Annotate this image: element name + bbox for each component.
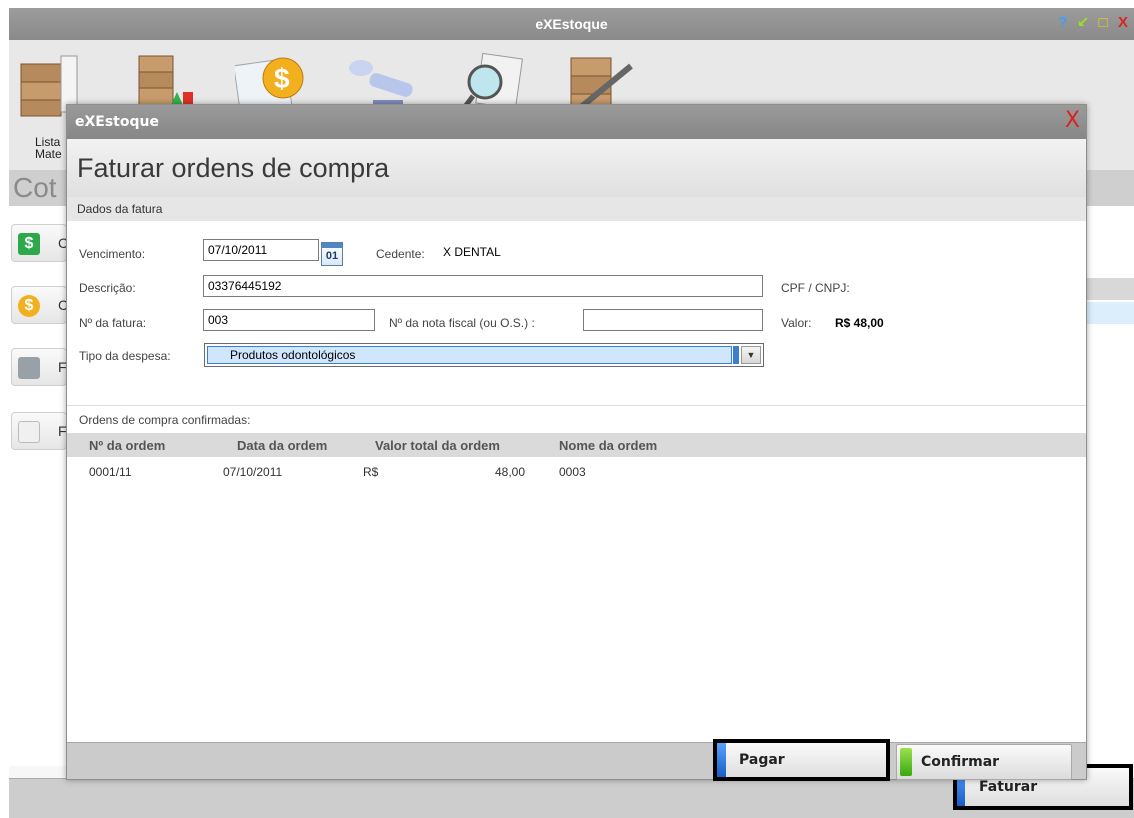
column-header-numero[interactable]: Nº da ordem — [89, 438, 165, 453]
column-header-nome[interactable]: Nome da ordem — [559, 438, 657, 453]
money-document-icon[interactable]: $ — [233, 52, 304, 116]
side-item-1[interactable]: $ C — [11, 224, 68, 262]
window-controls: ? ↙ □ X — [1054, 14, 1132, 34]
fatura-field[interactable]: 003 — [203, 309, 375, 331]
chevron-down-icon[interactable]: ▼ — [741, 346, 761, 364]
cell-nome: 0003 — [559, 465, 586, 479]
svg-text:$: $ — [274, 63, 290, 94]
side-item-4[interactable]: F — [11, 412, 67, 450]
button-accent-bar — [900, 748, 912, 776]
boxes-document-icon[interactable] — [17, 50, 79, 117]
dialog-titlebar: eXEstoque X — [67, 105, 1086, 139]
faturar-label: Faturar — [979, 779, 1038, 795]
valor-label: Valor: — [781, 316, 812, 330]
vencimento-field[interactable]: 07/10/2011 — [203, 239, 319, 261]
valor-value: R$ 48,00 — [835, 316, 884, 330]
cpf-cnpj-label: CPF / CNPJ: — [781, 281, 850, 295]
side-item-2[interactable]: $ C — [11, 286, 68, 324]
side-list: $ C $ C F F — [9, 206, 69, 766]
dollar-icon: $ — [18, 233, 40, 255]
confirmar-label: Confirmar — [921, 754, 1000, 770]
orders-section-label: Ordens de compra confirmadas: — [79, 413, 251, 427]
page-title: Faturar ordens de compra — [67, 139, 1086, 197]
background-selected-row — [1086, 302, 1134, 324]
app-title: eXEstoque — [535, 16, 608, 32]
help-icon[interactable]: ? — [1054, 14, 1072, 34]
toolbar-label-line2: Mate — [35, 147, 62, 161]
close-icon[interactable]: X — [1114, 14, 1132, 34]
search-document-icon[interactable] — [459, 52, 523, 114]
toolbar-label: Lista Mate — [35, 136, 62, 160]
calendar-day: 01 — [325, 250, 339, 262]
cedente-value: X DENTAL — [443, 245, 501, 259]
pagar-label: Pagar — [739, 752, 785, 768]
column-header-valor[interactable]: Valor total da ordem — [375, 438, 500, 453]
fatura-label: Nº da fatura: — [79, 316, 147, 330]
close-icon[interactable]: X — [1065, 109, 1080, 133]
cedente-label: Cedente: — [376, 247, 425, 261]
boxes-transfer-icon[interactable] — [131, 52, 198, 118]
boxes-tools-icon[interactable] — [565, 52, 633, 115]
invoice-dialog: eXEstoque X Faturar ordens de compra Dad… — [66, 104, 1087, 781]
tipo-despesa-select[interactable]: Produtos odontológicos ▼ — [204, 343, 764, 367]
confirmar-button[interactable]: Confirmar — [896, 744, 1072, 780]
cell-moeda: R$ — [363, 465, 379, 479]
restore-icon[interactable]: ↙ — [1074, 14, 1092, 34]
coin-icon: $ — [18, 295, 40, 317]
divider — [67, 405, 1086, 406]
table-header: Nº da ordem Data da ordem Valor total da… — [67, 433, 1086, 457]
column-header-data[interactable]: Data da ordem — [237, 438, 327, 453]
app-titlebar: eXEstoque ? ↙ □ X — [9, 8, 1134, 40]
tipo-despesa-selected: Produtos odontológicos — [207, 346, 732, 364]
background-table-header — [1086, 278, 1134, 300]
document-icon — [18, 421, 40, 443]
tipo-despesa-label: Tipo da despesa: — [79, 349, 171, 363]
descricao-label: Descrição: — [79, 281, 136, 295]
side-item-3[interactable]: F — [11, 348, 67, 386]
nota-fiscal-field[interactable] — [583, 309, 763, 331]
pagar-button[interactable]: Pagar — [713, 739, 890, 781]
cell-numero: 0001/11 — [89, 465, 132, 479]
calendar-icon[interactable]: 01 — [321, 242, 343, 266]
nota-fiscal-label: Nº da nota fiscal (ou O.S.) : — [389, 316, 535, 330]
section-header: Dados da fatura — [67, 197, 1086, 221]
dental-chair-icon[interactable] — [343, 52, 413, 114]
cell-data: 07/10/2011 — [223, 465, 283, 479]
descricao-field[interactable]: 03376445192 — [203, 275, 763, 297]
button-accent-bar — [717, 743, 726, 777]
dialog-window-title: eXEstoque — [75, 114, 159, 130]
maximize-icon[interactable]: □ — [1094, 14, 1112, 34]
vencimento-label: Vencimento: — [79, 247, 146, 261]
select-scrollbar — [733, 346, 739, 364]
cell-valor: 48,00 — [495, 465, 526, 479]
tools-icon — [18, 357, 40, 379]
